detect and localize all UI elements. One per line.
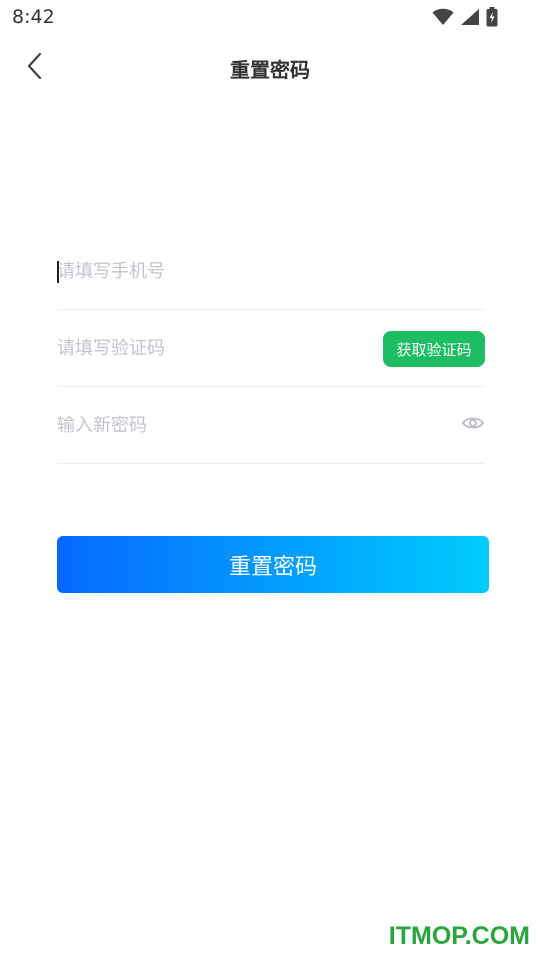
header-bar: 重置密码 xyxy=(0,40,540,96)
reset-password-button[interactable]: 重置密码 xyxy=(57,536,489,593)
eye-icon xyxy=(461,415,485,435)
battery-charging-icon xyxy=(486,7,498,31)
watermark-logo: ITMOP.COM xyxy=(388,922,530,950)
reset-password-screen: 8:42 重置密码 请填写手机号 请填写验证码 获取验证码 重置密码 ITMOP… xyxy=(0,0,540,960)
password-row xyxy=(57,388,485,464)
text-caret xyxy=(57,261,59,283)
code-row: 获取验证码 xyxy=(57,311,485,387)
wifi-icon xyxy=(432,8,454,30)
new-password-input[interactable] xyxy=(57,388,485,463)
get-code-button[interactable]: 获取验证码 xyxy=(383,331,485,367)
page-title: 重置密码 xyxy=(230,58,310,82)
status-time: 8:42 xyxy=(12,6,55,28)
cellular-signal-icon xyxy=(460,8,480,30)
phone-input[interactable] xyxy=(57,234,485,309)
password-visibility-toggle[interactable] xyxy=(461,413,485,437)
phone-row xyxy=(57,234,485,310)
status-icons xyxy=(432,7,498,31)
status-bar: 8:42 xyxy=(0,0,540,36)
